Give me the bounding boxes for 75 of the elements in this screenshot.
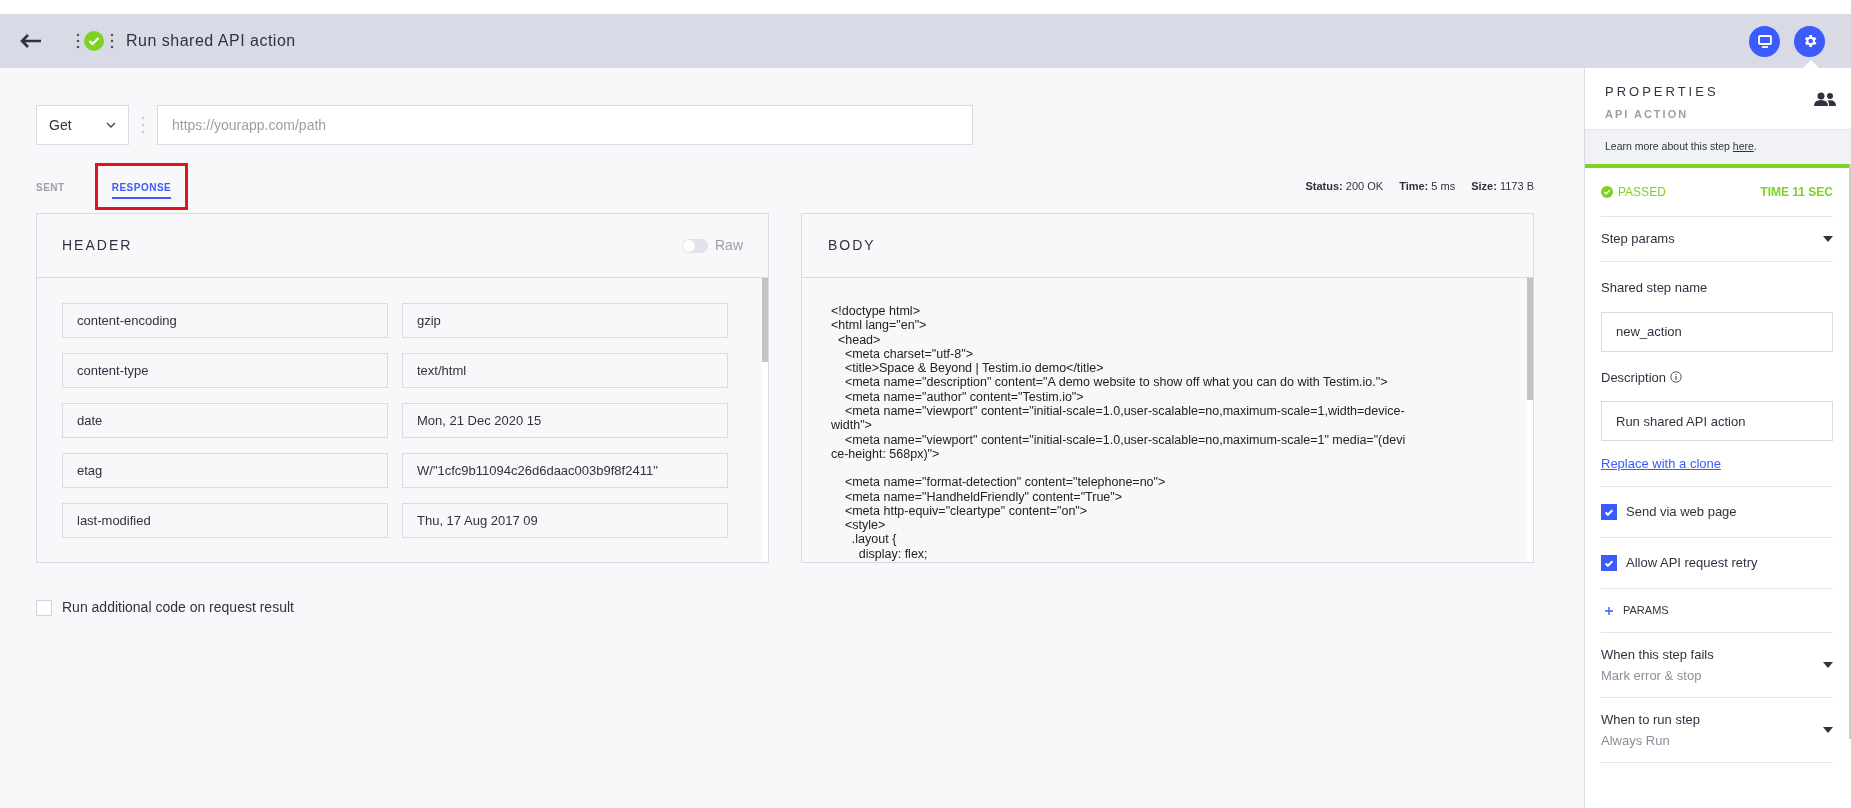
setting-dropdown[interactable]: When this step fails Mark error & stop [1601,633,1833,698]
code-line: <meta charset="utf-8"> [843,346,973,362]
code-line: <meta name="HandheldFriendly" content="True"> [843,489,1123,504]
header-key-field[interactable]: content-type [62,353,388,388]
code-line: width"> [831,418,872,433]
code-line: <meta name="format-detection" content="telephone=no"> [843,475,1166,490]
step-title: Run shared API action [126,31,296,51]
response-tab[interactable]: RESPONSE [111,179,172,199]
caret-icon [1823,236,1833,242]
url-field[interactable]: https://yourapp.com/path [157,105,973,145]
drag-handle-icon[interactable] [76,33,80,49]
panel-subtitle: API ACTION [1605,106,1690,122]
panel-title: PROPERTIES [1605,83,1719,101]
code-line: <meta name="viewport" content="initial-scale=1.0,user-scalable=no,maximum-scale=1,width=device- [843,404,1405,419]
checkbox[interactable] [36,599,52,616]
panel-title: BODY [828,236,876,255]
header-key-field[interactable]: etag [62,453,388,488]
option-label: Send via web page [1626,503,1737,522]
tick-icon [1605,508,1613,516]
raw-toggle[interactable] [682,238,708,253]
here-link[interactable]: here [1732,140,1754,153]
description-field[interactable]: Run shared API action [1601,401,1833,441]
caret-icon [1823,727,1833,733]
back-arrow-icon[interactable] [20,34,42,48]
code-line: display: flex; [857,546,928,562]
header-key-field[interactable]: date [62,403,388,438]
header-value-field[interactable]: gzip [402,303,728,338]
status-text: Time: 5 ms [1399,178,1456,194]
panel-title: HEADER [62,236,133,255]
step-params-dropdown[interactable]: Step params [1601,217,1833,262]
chevron-down-icon [106,122,116,128]
field-label: Shared step name [1601,279,1709,297]
monitor-icon [1757,34,1772,48]
header-value-field[interactable]: Mon, 21 Dec 2020 15 [402,403,728,438]
status-text: Status: 200 OK [1305,178,1384,194]
option-label: Allow API request retry [1626,554,1758,573]
setting-dropdown[interactable]: When to run step Always Run [1601,698,1833,763]
header-value-field[interactable]: W/"1cfc9b11094c26d6daac003b9f8f2411" [402,453,728,488]
code-line: ce-height: 568px)"> [831,446,940,462]
checkbox[interactable] [1601,555,1617,571]
tick-icon [1605,559,1613,567]
code-line: <!doctype html> [831,304,920,319]
method-dropdown[interactable]: Get [36,105,129,145]
drag-handle-icon [141,116,145,134]
header-value-field[interactable]: text/html [402,353,728,388]
checkbox[interactable] [1601,504,1617,520]
more-icon[interactable] [110,33,114,49]
code-line: <meta name="viewport" content="initial-scale=1.0,user-scalable=no,maximum-scale=1" media="(devi [843,432,1406,447]
code-line: <meta name="description" content="A demo website to show off what you can do with Testim.io."> [843,375,1388,390]
header-key-field[interactable]: last-modified [62,503,388,538]
name-field[interactable]: new_action [1601,311,1833,352]
code-line: <meta name="author" content="Testim.io"> [843,389,1084,405]
replace-clone-link[interactable]: Replace with a clone [1601,453,1721,474]
time-text: TIME 11 SEC [1760,184,1833,201]
header-value-field[interactable]: Thu, 17 Aug 2017 09 [402,503,728,538]
result-text: PASSED [1618,184,1666,201]
screen-button[interactable] [1749,25,1780,57]
code-line: <style> [843,518,886,533]
status-text: Size: 1173 B [1471,178,1534,194]
code-line: <title>Space & Beyond | Testim.io demo</title> [843,361,1104,376]
checkbox-label: Run additional code on request result [62,598,294,617]
code-line: <head> [836,332,881,347]
raw-label: Raw [715,236,743,255]
info-icon [1670,371,1683,384]
settings-button[interactable] [1794,25,1825,57]
caret-icon [1823,662,1833,668]
header-key-field[interactable]: content-encoding [62,303,388,338]
check-circle-icon [1601,186,1613,198]
code-line: <meta http-equiv="cleartype" content="on"> [843,503,1088,519]
code-line: .layout { [850,532,897,547]
learn-more-text: Learn more about this step here. [1605,139,1757,155]
add-params-button[interactable]: PARAMS [1601,589,1833,633]
code-line: <html lang="en"> [831,318,927,333]
users-icon[interactable] [1813,92,1837,106]
field-label: Description [1601,368,1667,387]
